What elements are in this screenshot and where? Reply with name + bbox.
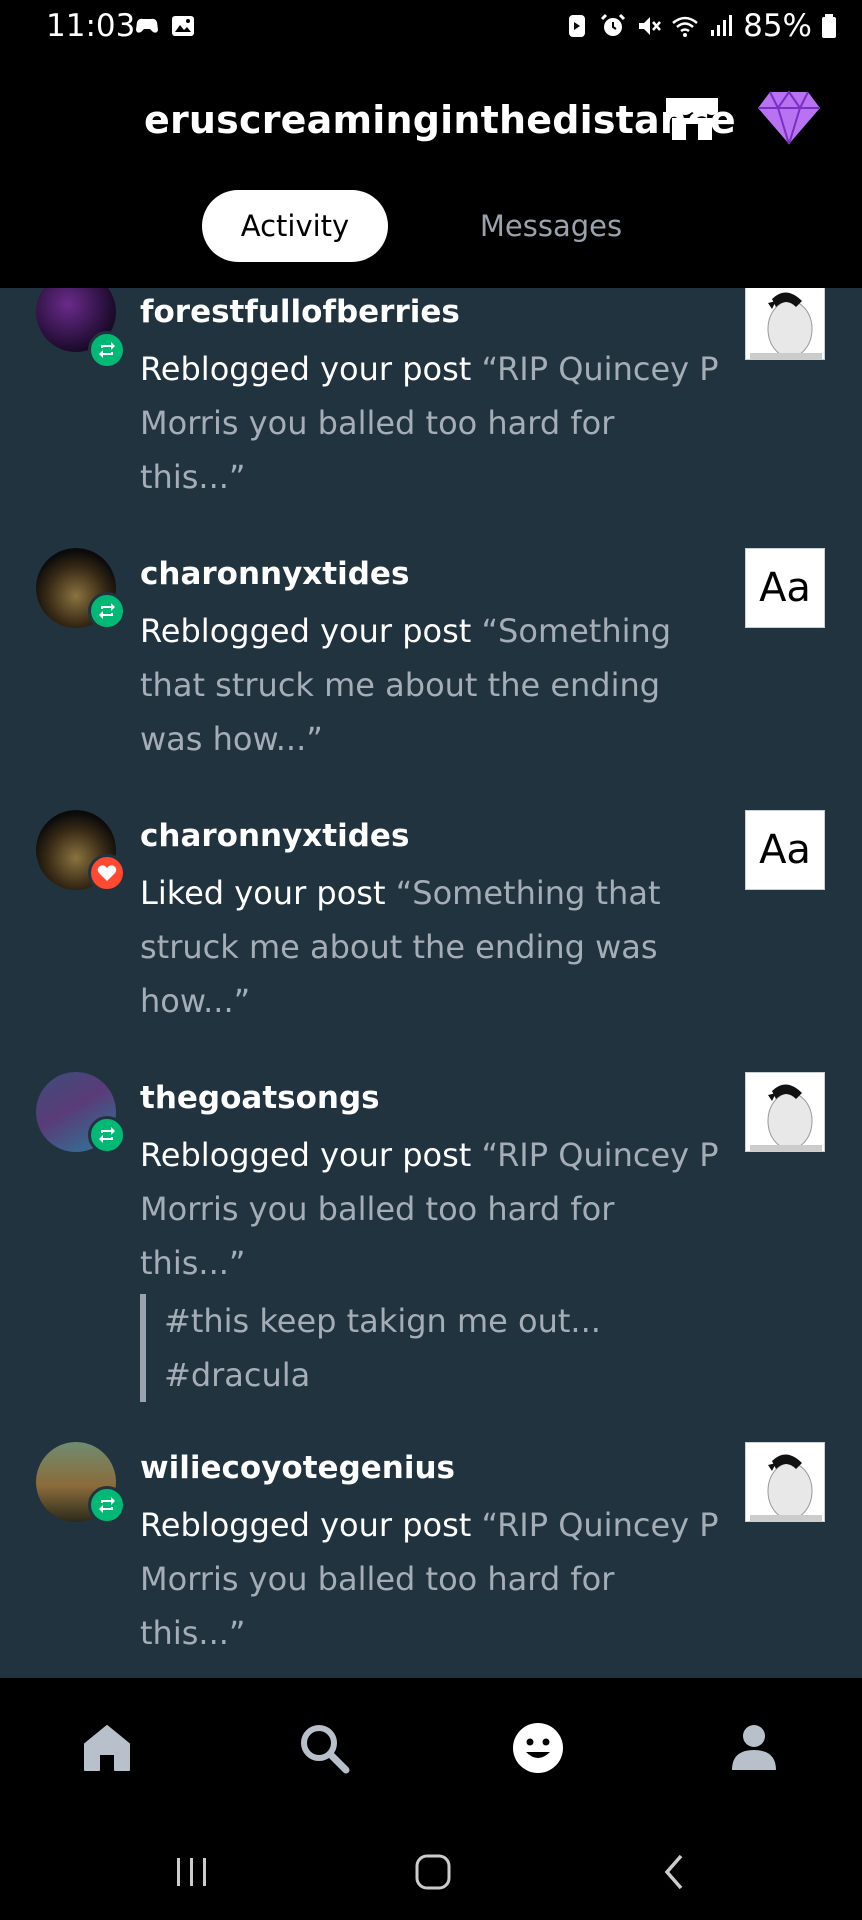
alarm-icon [601, 13, 626, 36]
post-thumbnail[interactable]: Aa [745, 810, 825, 890]
action-text: Reblogged your post [140, 350, 482, 388]
data-saver-icon [569, 15, 586, 37]
post-tags: #this keep takign me out... #dracula [140, 1294, 601, 1402]
username[interactable]: wiliecoyotegenius [140, 1450, 455, 1486]
reblog-icon [88, 592, 126, 630]
username[interactable]: charonnyxtides [140, 556, 409, 592]
username[interactable]: thegoatsongs [140, 1080, 380, 1116]
action-text: Reblogged your post [140, 1506, 482, 1544]
tag[interactable]: #dracula [164, 1348, 601, 1402]
tab-activity[interactable]: Activity [202, 190, 388, 262]
penguin-image [746, 1443, 824, 1521]
activity-item[interactable]: wiliecoyotegenius Reblogged your post “R… [0, 1440, 862, 1678]
activity-header: eruscreaminginthedistance Activity Messa… [0, 56, 862, 288]
username[interactable]: forestfullofberries [140, 294, 460, 330]
reblog-icon [88, 331, 126, 369]
penguin-image [746, 1073, 824, 1151]
post-thumbnail[interactable]: Aa [745, 548, 825, 628]
status-right-icons: 85% [563, 8, 838, 44]
blog-name[interactable]: eruscreaminginthedistance [144, 98, 736, 142]
activity-message: Reblogged your post “RIP Quincey P Morri… [140, 1498, 720, 1660]
heart-icon [88, 854, 126, 892]
username[interactable]: charonnyxtides [140, 818, 409, 854]
action-text: Reblogged your post [140, 1136, 482, 1174]
bottom-nav [0, 1686, 862, 1810]
wifi-icon [672, 16, 698, 37]
reblog-icon [88, 1486, 126, 1524]
post-thumbnail[interactable] [745, 288, 825, 360]
post-thumbnail[interactable] [745, 1072, 825, 1152]
status-notification-icons [133, 12, 197, 40]
tab-messages[interactable]: Messages [448, 190, 654, 262]
activity-message: Liked your post “Something that struck m… [140, 866, 720, 1028]
account-icon[interactable] [726, 1720, 782, 1776]
activity-item[interactable]: charonnyxtides Reblogged your post “Some… [0, 546, 862, 808]
activity-item[interactable]: forestfullofberries Reblogged your post … [0, 288, 862, 546]
reblog-icon [88, 1116, 126, 1154]
tag[interactable]: #this keep takign me out... [164, 1294, 601, 1348]
battery-percentage: 85% [743, 8, 812, 44]
gallery-icon [172, 16, 194, 36]
activity-feed[interactable]: forestfullofberries Reblogged your post … [0, 288, 862, 1678]
shop-icon[interactable] [662, 94, 722, 144]
home-button-icon[interactable] [413, 1852, 453, 1892]
recent-apps-icon[interactable] [172, 1852, 212, 1892]
penguin-image [746, 288, 824, 359]
action-text: Liked your post [140, 874, 396, 912]
search-icon[interactable] [296, 1720, 352, 1776]
activity-message: Reblogged your post “RIP Quincey P Morri… [140, 1128, 720, 1290]
back-icon[interactable] [655, 1852, 695, 1892]
activity-message: Reblogged your post “RIP Quincey P Morri… [140, 342, 720, 504]
mute-icon [639, 17, 662, 35]
activity-icon[interactable] [510, 1720, 566, 1776]
game-controller-icon [136, 18, 158, 33]
activity-item[interactable]: thegoatsongs Reblogged your post “RIP Qu… [0, 1070, 862, 1440]
status-bar: 11:03 85% [0, 0, 862, 56]
post-thumbnail[interactable] [745, 1442, 825, 1522]
activity-item[interactable]: charonnyxtides Liked your post “Somethin… [0, 808, 862, 1070]
system-nav [0, 1810, 862, 1920]
gem-icon[interactable] [756, 86, 822, 148]
signal-icon [711, 15, 733, 36]
activity-message: Reblogged your post “Something that stru… [140, 604, 720, 766]
action-text: Reblogged your post [140, 612, 482, 650]
battery-icon [822, 14, 836, 38]
status-time: 11:03 [46, 8, 136, 44]
home-icon[interactable] [79, 1720, 135, 1776]
